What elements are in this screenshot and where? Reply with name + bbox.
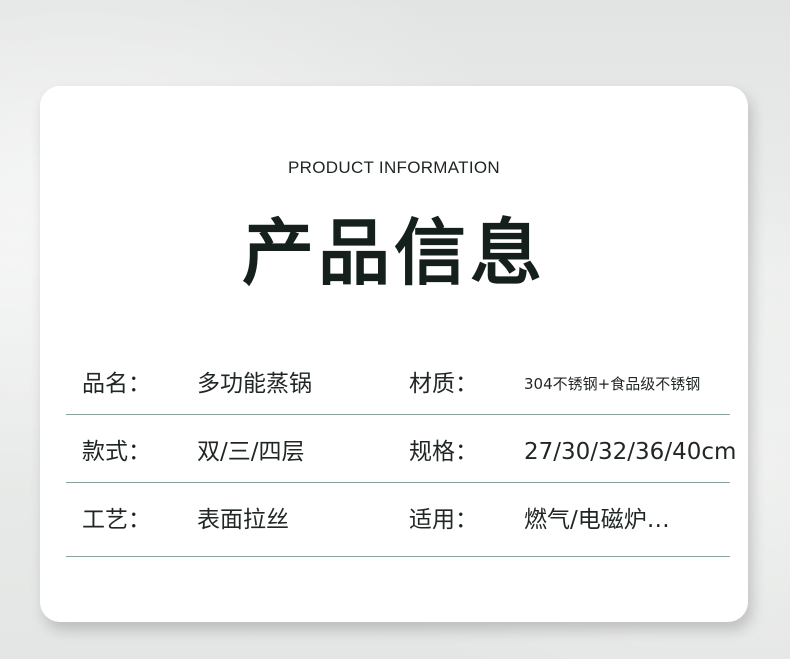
value-craft: 表面拉丝 bbox=[197, 507, 289, 533]
info-row-craft: 工艺： 表面拉丝 适用： 燃气/电磁炉… bbox=[40, 490, 748, 550]
info-row-material: 品名： 多功能蒸锅 材质： 304不锈钢+食品级不锈钢 bbox=[40, 354, 748, 414]
value-size: 27/30/32/36/40cm bbox=[524, 439, 737, 465]
row-divider bbox=[66, 414, 730, 415]
info-card: PRODUCT INFORMATION 产品信息 品名： 多功能蒸锅 材质： 3… bbox=[40, 86, 748, 622]
info-row-style: 款式： 双/三/四层 规格： 27/30/32/36/40cm bbox=[40, 422, 748, 482]
label-style: 款式： bbox=[82, 439, 151, 465]
row-divider bbox=[66, 556, 730, 557]
label-size: 规格： bbox=[409, 439, 478, 465]
value-applicable: 燃气/电磁炉… bbox=[524, 507, 670, 533]
label-craft: 工艺： bbox=[82, 507, 151, 533]
row-divider bbox=[66, 482, 730, 483]
value-style: 双/三/四层 bbox=[197, 439, 305, 465]
label-material: 材质： bbox=[409, 371, 478, 397]
value-material: 304不锈钢+食品级不锈钢 bbox=[524, 375, 701, 393]
info-table: 品名： 多功能蒸锅 材质： 304不锈钢+食品级不锈钢 款式： 双/三/四层 规… bbox=[40, 86, 748, 622]
label-applicable: 适用： bbox=[409, 507, 478, 533]
label-product-name: 品名： bbox=[82, 371, 151, 397]
value-product-name: 多功能蒸锅 bbox=[197, 371, 312, 397]
